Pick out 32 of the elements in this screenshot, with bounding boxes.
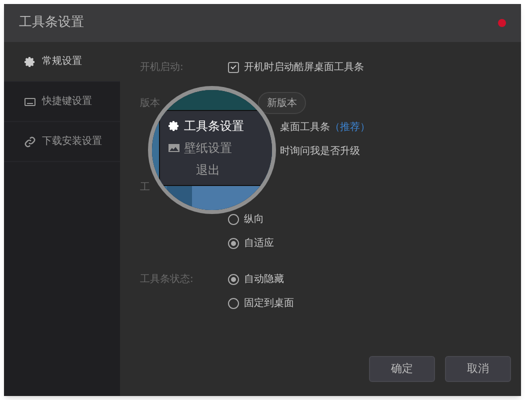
setting-label: 工具条状态: [140, 274, 194, 284]
checkbox-label: 开机时启动酷屏桌面工具条 [244, 60, 364, 74]
link-icon [24, 136, 36, 148]
gear-icon [24, 56, 36, 68]
radio-button[interactable] [228, 214, 239, 224]
sidebar-item[interactable]: 下载安装设置 [4, 122, 120, 162]
radio-button[interactable] [228, 274, 239, 284]
sidebar-item[interactable]: 快捷键设置 [4, 82, 120, 122]
menu-item[interactable]: 壁纸设置 [168, 139, 272, 157]
radio-button[interactable] [228, 238, 239, 248]
setting-label: 版本 [140, 98, 160, 108]
setting-label: 工 [140, 182, 150, 192]
image-icon [168, 142, 180, 154]
dialog-button[interactable]: 确定 [369, 356, 435, 382]
sidebar-item[interactable]: 常规设置 [4, 42, 120, 82]
radio-label: 固定到桌面 [244, 296, 294, 310]
gear-icon [168, 120, 180, 132]
radio-label: 自适应 [244, 236, 274, 250]
recommend-link[interactable]: （推荐） [330, 120, 370, 134]
setting-text: 桌面工具条 [280, 120, 330, 134]
version-button[interactable]: 新版本 [258, 92, 306, 114]
menu-item[interactable]: 工具条设置 [168, 117, 272, 135]
checkbox[interactable] [228, 62, 239, 72]
keyboard-icon [24, 96, 36, 108]
menu-item[interactable]: 退出 [168, 161, 272, 179]
radio-label: 自动隐藏 [244, 272, 284, 286]
radio-button[interactable] [228, 298, 239, 308]
setting-text: 时询问我是否升级 [280, 144, 360, 158]
dialog-button[interactable]: 取消 [445, 356, 511, 382]
radio-label: 纵向 [244, 212, 264, 226]
window-title: 工具条设置 [19, 14, 84, 32]
setting-label: 开机启动: [140, 62, 184, 72]
